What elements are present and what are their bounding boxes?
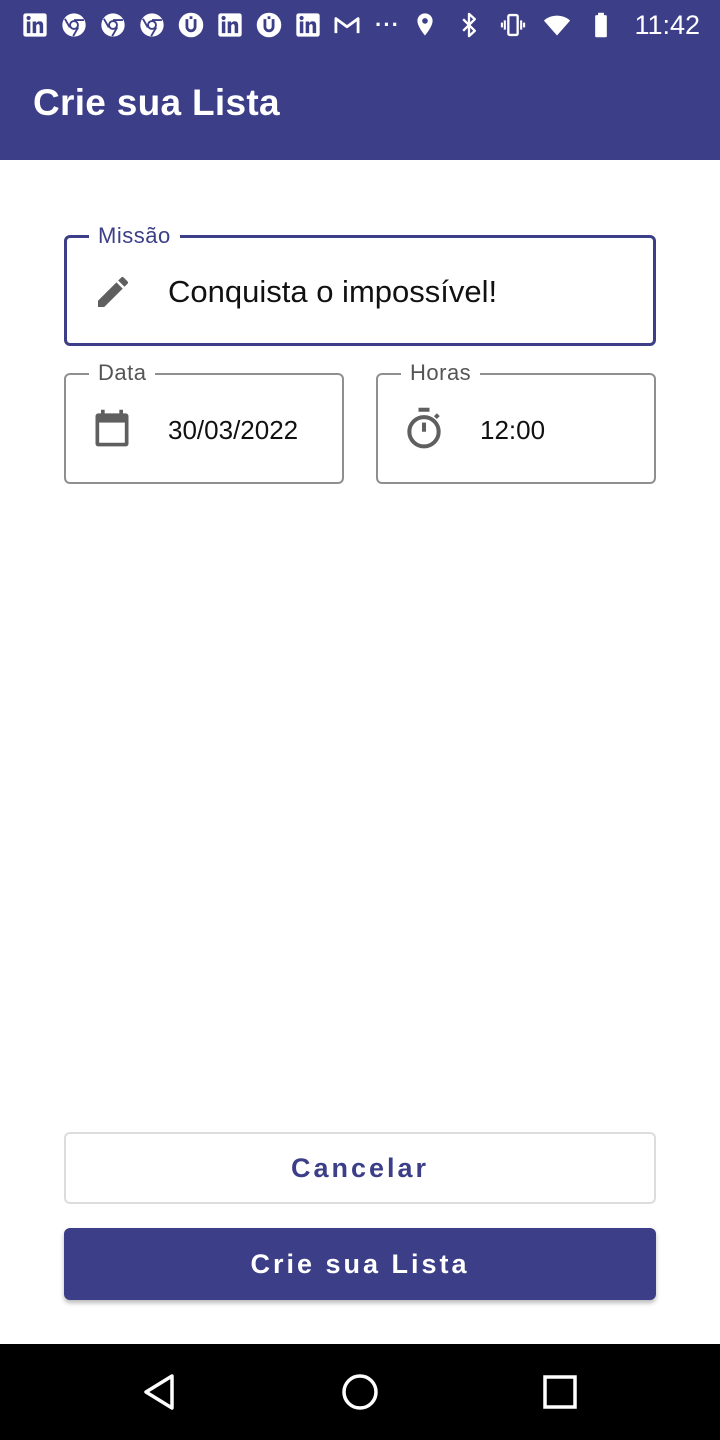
vibrate-icon: [498, 10, 528, 40]
linkedin-icon: [293, 10, 323, 40]
home-icon[interactable]: [336, 1368, 384, 1416]
date-input[interactable]: 30/03/2022: [168, 415, 298, 446]
back-icon[interactable]: [136, 1368, 184, 1416]
bluetooth-icon: [454, 10, 484, 40]
u-app-icon: [254, 10, 284, 40]
gmail-icon: [332, 10, 362, 40]
pencil-icon: [93, 272, 133, 312]
u-app-icon: [176, 10, 206, 40]
timer-icon: [402, 407, 446, 451]
wifi-icon: [542, 10, 572, 40]
mission-field[interactable]: Missão Conquista o impossível!: [64, 221, 656, 346]
battery-icon: [586, 10, 616, 40]
notification-icons: ···: [20, 10, 400, 40]
mission-field-label: Missão: [89, 221, 180, 251]
cancel-button[interactable]: Cancelar: [64, 1132, 656, 1204]
app-bar: Crie sua Lista: [0, 50, 720, 160]
linkedin-icon: [20, 10, 50, 40]
more-notifications-indicator: ···: [375, 12, 400, 37]
date-field[interactable]: Data 30/03/2022: [64, 358, 344, 484]
page-title: Crie sua Lista: [33, 82, 280, 123]
chrome-icon: [137, 10, 167, 40]
time-input[interactable]: 12:00: [480, 415, 545, 446]
date-field-label: Data: [89, 358, 156, 388]
status-bar: ··· 11:42: [0, 0, 720, 50]
navigation-bar: [0, 1344, 720, 1440]
chrome-icon: [98, 10, 128, 40]
create-list-button[interactable]: Crie sua Lista: [64, 1228, 656, 1300]
system-icons: 11:42: [410, 8, 700, 42]
time-field-label: Horas: [401, 358, 481, 388]
clock: 11:42: [634, 9, 700, 40]
chrome-icon: [59, 10, 89, 40]
linkedin-icon: [215, 10, 245, 40]
time-field[interactable]: Horas 12:00: [376, 358, 656, 484]
mission-input[interactable]: Conquista o impossível!: [168, 274, 497, 310]
recents-icon[interactable]: [536, 1368, 584, 1416]
cancel-button-label: Cancelar: [290, 1152, 430, 1183]
create-list-button-label: Crie sua Lista: [250, 1248, 470, 1279]
location-icon: [410, 10, 440, 40]
calendar-icon: [90, 407, 134, 451]
